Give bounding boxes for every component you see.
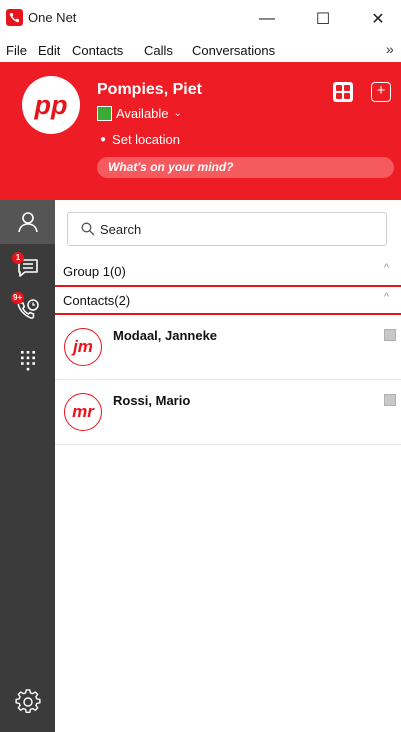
search-input[interactable]: Search — [67, 212, 387, 246]
status-selector[interactable]: Available ⌄ — [97, 106, 182, 121]
my-avatar[interactable]: pp — [22, 76, 80, 134]
add-button[interactable]: + — [371, 82, 391, 102]
location-pin-icon: ● — [100, 134, 107, 145]
title-bar: One Net — ☐ ✕ — [0, 0, 401, 40]
menu-file[interactable]: File — [6, 43, 27, 58]
search-placeholder: Search — [100, 222, 142, 237]
dialpad-grid-button[interactable] — [333, 82, 353, 102]
nav-conversations-button[interactable]: 1 — [0, 246, 55, 290]
group-header-group1[interactable]: Group 1(0) ^ — [55, 260, 401, 284]
status-indicator-icon — [97, 106, 112, 121]
status-label: Available — [116, 106, 169, 121]
minimize-button[interactable]: — — [250, 4, 284, 34]
set-location-link[interactable]: ● Set location — [100, 132, 180, 147]
contact-row[interactable]: jm Modaal, Janneke — [55, 316, 401, 380]
gear-icon — [14, 689, 41, 713]
close-button[interactable]: ✕ — [361, 4, 395, 34]
contact-row[interactable]: mr Rossi, Mario — [55, 381, 401, 445]
group-label: Contacts(2) — [63, 293, 131, 308]
contact-avatar: jm — [64, 328, 102, 366]
collapse-caret-icon[interactable]: ^ — [384, 262, 389, 274]
presence-status-icon — [384, 394, 396, 406]
menu-edit[interactable]: Edit — [38, 43, 60, 58]
status-message-input[interactable]: What's on your mind? — [97, 157, 394, 178]
menu-calls[interactable]: Calls — [144, 43, 173, 58]
contact-avatar: mr — [64, 393, 102, 431]
chevron-down-icon: ⌄ — [173, 108, 182, 119]
menu-contacts[interactable]: Contacts — [72, 43, 123, 58]
group-divider — [55, 285, 401, 287]
nav-dialpad-button[interactable] — [0, 338, 55, 382]
menu-conversations[interactable]: Conversations — [192, 43, 275, 58]
contacts-panel: Search Group 1(0) ^ Contacts(2) ^ jm Mod… — [55, 200, 401, 732]
contact-name: Rossi, Mario — [113, 393, 191, 408]
search-icon — [81, 222, 95, 236]
contact-name: Modaal, Janneke — [113, 328, 218, 343]
collapse-caret-icon[interactable]: ^ — [384, 291, 389, 303]
nav-settings-button[interactable] — [0, 680, 55, 724]
dialpad-icon — [20, 351, 35, 371]
group-label: Group 1(0) — [63, 264, 126, 279]
presence-status-icon — [384, 329, 396, 341]
nav-contacts-button[interactable] — [0, 200, 55, 244]
nav-calls-button[interactable]: 9+ — [0, 288, 55, 332]
menu-bar: File Edit Contacts Calls Conversations » — [0, 40, 401, 62]
missed-calls-badge: 9+ — [11, 292, 25, 304]
left-nav: 1 9+ — [0, 200, 55, 732]
maximize-button[interactable]: ☐ — [306, 4, 340, 34]
app-logo-icon — [6, 9, 23, 26]
profile-name: Pompies, Piet — [97, 81, 202, 98]
window-title: One Net — [28, 10, 77, 25]
location-label: Set location — [112, 132, 180, 147]
profile-header: pp Pompies, Piet Available ⌄ ● Set locat… — [0, 62, 401, 200]
person-icon — [17, 212, 38, 233]
menu-overflow-button[interactable]: » — [386, 41, 394, 57]
group-divider — [55, 313, 401, 315]
unread-badge: 1 — [12, 252, 24, 264]
group-header-contacts[interactable]: Contacts(2) ^ — [55, 289, 401, 313]
